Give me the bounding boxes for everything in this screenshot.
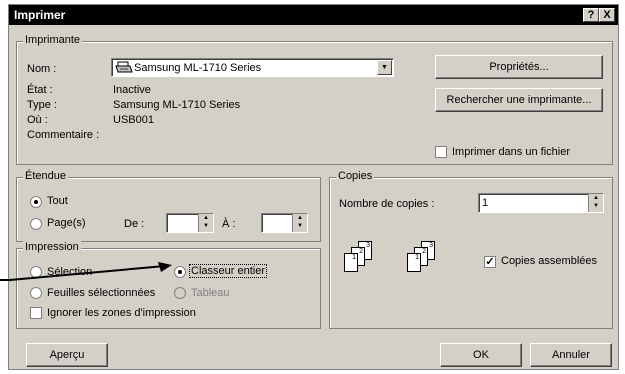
state-value: Inactive — [113, 84, 151, 96]
help-button[interactable]: ? — [583, 8, 599, 22]
range-all-radio[interactable] — [30, 196, 42, 208]
copies-count-input[interactable]: 1 ▲ ▼ — [478, 193, 604, 213]
printer-name-label: Nom : — [27, 63, 57, 75]
arrow-line — [0, 265, 166, 281]
active-sheets-radio[interactable] — [30, 287, 42, 299]
table-label: Tableau — [191, 287, 230, 299]
copies-count-label: Nombre de copies : — [339, 198, 435, 210]
print-to-file-checkbox[interactable] — [435, 146, 447, 158]
where-value: USB001 — [113, 114, 154, 126]
from-page-spinner[interactable]: ▲ ▼ — [198, 214, 213, 232]
where-label: Où : — [27, 114, 48, 126]
collated-copies-icon-2: 3 2 1 — [405, 241, 439, 275]
find-printer-button[interactable]: Rechercher une imprimante... — [435, 88, 603, 112]
copies-group-legend: Copies — [336, 170, 375, 182]
page-1-sheet: 1 — [344, 253, 358, 272]
printer-name-value: Samsung ML-1710 Series — [134, 62, 262, 74]
from-label: De : — [124, 218, 145, 230]
page-1-sheet: 1 — [407, 253, 421, 272]
cancel-button[interactable]: Annuler — [530, 343, 612, 367]
print-dialog: Imprimer ? X Imprimante Nom : Samsung ML… — [8, 4, 619, 370]
print-what-group-legend: Impression — [23, 241, 81, 253]
copies-count-value: 1 — [482, 197, 489, 209]
ok-button[interactable]: OK — [440, 343, 522, 367]
printer-icon — [115, 61, 133, 73]
range-pages-label: Page(s) — [47, 217, 86, 229]
from-page-input[interactable]: ▲ ▼ — [166, 213, 214, 233]
preview-button[interactable]: Aperçu — [26, 343, 108, 367]
to-label: À : — [222, 218, 236, 230]
to-page-input[interactable]: ▲ ▼ — [261, 213, 308, 233]
copies-count-spinner[interactable]: ▲ ▼ — [588, 194, 603, 212]
arrow-head — [158, 262, 172, 272]
printer-group-legend: Imprimante — [23, 34, 83, 46]
range-all-label: Tout — [47, 195, 68, 207]
collate-checkbox[interactable]: ✓ — [484, 256, 496, 268]
active-sheets-label: Feuilles sélectionnées — [47, 287, 156, 299]
range-pages-radio[interactable] — [30, 218, 42, 230]
state-label: État : — [27, 84, 53, 96]
collated-copies-icon: 3 2 1 — [342, 241, 376, 275]
to-page-spinner[interactable]: ▲ ▼ — [292, 214, 307, 232]
printer-name-dropdown[interactable]: Samsung ML-1710 Series ▼ — [111, 58, 394, 77]
properties-button[interactable]: Propriétés... — [435, 55, 603, 79]
table-radio[interactable] — [174, 287, 186, 299]
type-label: Type : — [27, 99, 57, 111]
chevron-down-icon[interactable]: ▼ — [377, 60, 392, 75]
print-to-file-label: Imprimer dans un fichier — [452, 146, 570, 158]
comment-label: Commentaire : — [27, 129, 100, 141]
type-value: Samsung ML-1710 Series — [113, 99, 241, 111]
collate-label: Copies assemblées — [501, 255, 597, 267]
ignore-print-areas-checkbox[interactable] — [30, 307, 42, 319]
close-button[interactable]: X — [599, 8, 615, 22]
annotation-arrow — [0, 262, 172, 281]
window-title: Imprimer — [14, 8, 66, 22]
range-group-legend: Étendue — [23, 170, 68, 182]
title-bar: Imprimer ? X — [9, 5, 618, 25]
ignore-print-areas-label: Ignorer les zones d'impression — [47, 307, 196, 319]
entire-workbook-label: Classeur entier — [189, 264, 267, 278]
